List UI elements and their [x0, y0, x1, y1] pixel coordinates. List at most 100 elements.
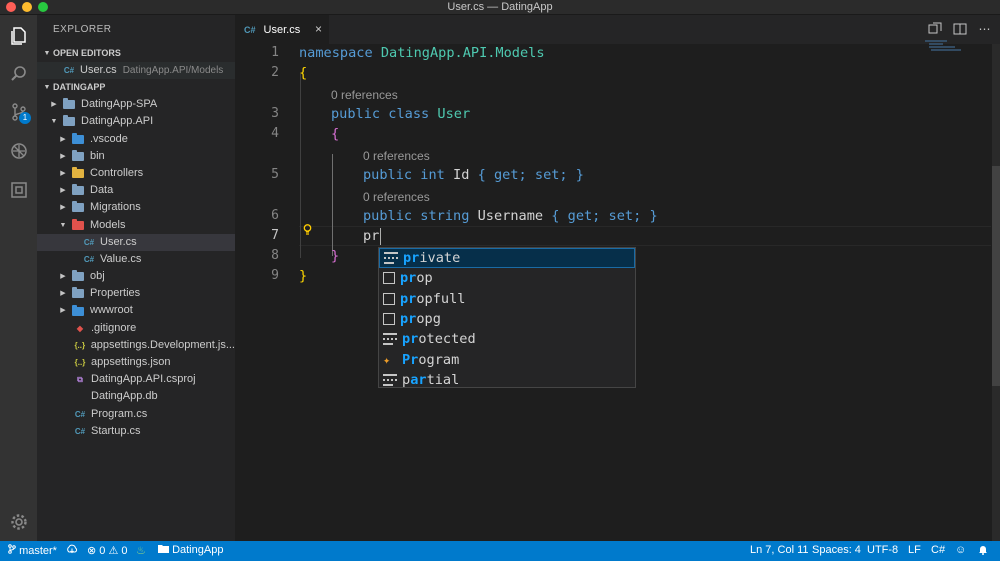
cursor-position[interactable]: Ln 7, Col 11 — [750, 544, 809, 556]
csharp-file-icon: C# — [244, 24, 256, 35]
project-status[interactable]: DatingApp — [158, 544, 223, 556]
tab-user-cs[interactable]: C# User.cs × — [235, 15, 329, 44]
git-branch-icon — [8, 544, 16, 554]
suggestion-item[interactable]: pr otected — [379, 329, 635, 349]
tree-item[interactable]: C# User.cs — [37, 233, 235, 251]
suggestion-item[interactable]: p ar tial — [379, 370, 635, 390]
tree-item-label: Controllers — [90, 166, 144, 179]
minimap[interactable] — [925, 40, 965, 60]
open-editor-item[interactable]: C# User.cs DatingApp.API/Models — [37, 62, 235, 80]
code-line-6: public string Username { get; set; } — [363, 208, 658, 224]
line-number: 4 — [271, 126, 279, 141]
tree-item[interactable]: ⧉ DatingApp.API.csproj — [37, 371, 235, 388]
tree-item[interactable]: ▶ obj — [37, 268, 235, 285]
activity-bar: 1 — [0, 15, 37, 541]
feedback-smiley-icon[interactable]: ☺ — [955, 544, 966, 556]
code-line-2: { — [299, 65, 308, 81]
tree-item-label: DatingApp-SPA — [81, 98, 158, 111]
close-tab-icon[interactable]: × — [315, 22, 322, 36]
keyword-token: public string — [363, 208, 470, 224]
warning-icon: ⚠ — [108, 545, 119, 557]
source-control-icon[interactable]: 1 — [0, 93, 37, 130]
suggestion-item[interactable]: ✦ Pr ogram — [379, 349, 635, 369]
source-control-badge: 1 — [19, 112, 31, 124]
tree-item[interactable]: {..} appsettings.Development.js... — [37, 337, 235, 354]
tree-item-label: .gitignore — [91, 321, 137, 334]
tree-item[interactable]: {..} appsettings.json — [37, 354, 235, 371]
tree-item[interactable]: ▶ bin — [37, 148, 235, 165]
tree-item-label: DatingApp.API.csproj — [91, 373, 196, 386]
tree-item[interactable]: DatingApp.db — [37, 388, 235, 405]
tree-item[interactable]: ▶ Data — [37, 182, 235, 199]
split-editor-icon[interactable] — [952, 22, 967, 37]
notifications-bell-icon[interactable] — [978, 544, 988, 558]
tree-item[interactable]: ▶ DatingApp-SPA — [37, 96, 235, 113]
keyword-icon — [384, 252, 398, 265]
git-file-icon: ◆ — [76, 323, 84, 333]
debug-icon[interactable] — [0, 132, 37, 169]
tree-item[interactable]: C# Startup.cs — [37, 423, 235, 440]
code-line-7: pr — [363, 228, 380, 244]
suggestion-match: pr — [400, 290, 417, 307]
flame-icon[interactable]: ♨ — [136, 544, 146, 557]
warning-count: 0 — [121, 545, 128, 557]
tree-item-label: appsettings.json — [91, 356, 171, 368]
codelens-references[interactable]: 0 references — [363, 190, 430, 204]
tree-item-label: Models — [90, 218, 126, 231]
project-name: DatingApp — [172, 544, 224, 556]
open-changes-icon[interactable] — [927, 22, 942, 37]
explorer-sidebar: EXPLORER ▼ OPEN EDITORS C# User.cs Datin… — [37, 15, 235, 541]
tree-item-label: appsettings.Development.js... — [90, 338, 235, 351]
keyword-token: namespace — [299, 45, 373, 61]
chevron-down-icon: ▼ — [59, 221, 67, 229]
extensions-icon[interactable] — [0, 171, 37, 208]
lightbulb-icon[interactable] — [303, 224, 312, 239]
explorer-icon[interactable] — [0, 17, 37, 54]
workspace-header[interactable]: ▼ DATINGAPP — [37, 79, 235, 96]
line-number: 5 — [271, 167, 279, 182]
tree-item[interactable]: ▶ Properties — [37, 285, 235, 302]
search-icon[interactable] — [0, 55, 37, 92]
settings-gear-icon[interactable] — [0, 503, 37, 540]
tree-item[interactable]: C# Program.cs — [37, 406, 235, 423]
tree-item[interactable]: ▶ Controllers — [37, 165, 235, 182]
folder-icon — [72, 132, 84, 144]
window-title: User.cs — DatingApp — [447, 1, 553, 13]
indent-guide — [300, 74, 301, 258]
eol-status[interactable]: LF — [908, 544, 921, 556]
suggestion-item[interactable]: pr opfull — [379, 289, 635, 309]
tree-item-label: Program.cs — [91, 407, 148, 420]
workspace-label: DATINGAPP — [53, 82, 106, 93]
tree-item[interactable]: ▼ Models — [37, 217, 235, 234]
csproj-file-icon: ⧉ — [77, 375, 83, 385]
encoding-status[interactable]: UTF-8 — [867, 544, 898, 556]
suggestion-text: p — [402, 371, 411, 388]
tree-item-label: Startup.cs — [91, 424, 141, 437]
language-mode[interactable]: C# — [931, 544, 945, 556]
sync-icon[interactable] — [66, 544, 78, 558]
vertical-scrollbar-thumb[interactable] — [992, 166, 1000, 386]
suggestion-item[interactable]: pr opg — [379, 309, 635, 329]
tree-item[interactable]: ▼ DatingApp.API — [37, 113, 235, 130]
tree-item[interactable]: C# Value.cs — [37, 251, 235, 268]
codelens-references[interactable]: 0 references — [331, 88, 398, 102]
codelens-references[interactable]: 0 references — [363, 149, 430, 163]
branch-status[interactable]: master* — [8, 544, 57, 557]
suggestion-item[interactable]: pr op — [379, 268, 635, 288]
tree-item[interactable]: ▶ Migrations — [37, 199, 235, 216]
code-line-9: } — [299, 268, 308, 284]
editor-actions: ⋯ — [927, 22, 992, 37]
problems-status[interactable]: ⊗ 0 ⚠ 0 — [87, 544, 128, 557]
suggestion-text: op — [416, 270, 433, 287]
indentation-status[interactable]: Spaces: 4 — [812, 544, 861, 556]
tree-item[interactable]: ▶ .vscode — [37, 131, 235, 148]
keyword-icon — [383, 333, 397, 346]
keyword-icon — [383, 373, 397, 386]
suggestion-text: ivate — [419, 250, 461, 267]
open-editors-header[interactable]: ▼ OPEN EDITORS — [37, 45, 235, 62]
more-actions-icon[interactable]: ⋯ — [977, 22, 992, 37]
suggestion-item[interactable]: pr ivate — [379, 248, 635, 269]
tree-item[interactable]: ▶ wwwroot — [37, 302, 235, 319]
open-editor-path: DatingApp.API/Models — [122, 65, 224, 76]
tree-item[interactable]: ◆ .gitignore — [37, 320, 235, 337]
